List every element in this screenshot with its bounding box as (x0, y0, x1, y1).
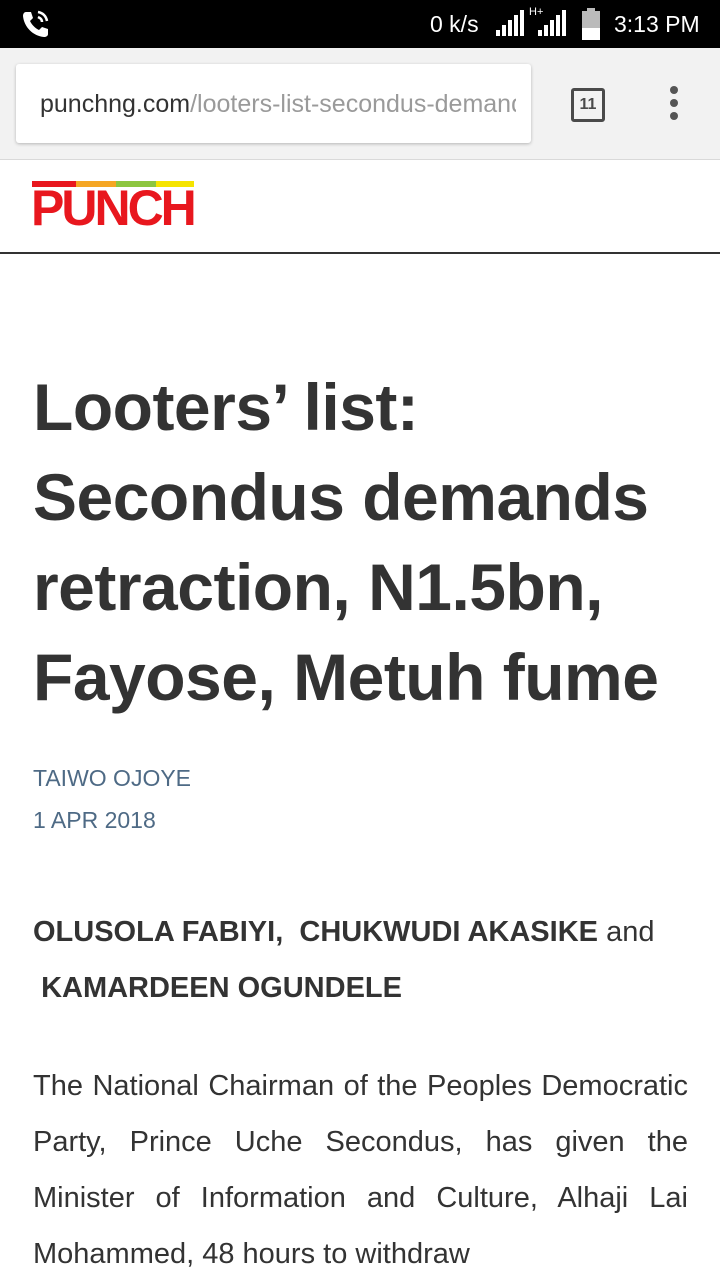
battery-icon (582, 8, 600, 40)
signal-icon-2 (538, 10, 566, 36)
article: Looters’ list: Secondus demands retracti… (33, 362, 688, 1270)
article-date: 1 APR 2018 (33, 807, 156, 833)
signal-icon (496, 10, 524, 36)
clock: 3:13 PM (614, 11, 700, 37)
site-header: PUNCH (0, 161, 720, 254)
url-text[interactable]: punchng.com/looters-list-secondus-demand… (40, 89, 516, 119)
author-name: OLUSOLA FABIYI, (33, 916, 284, 948)
author-name: CHUKWUDI AKASIKE (299, 916, 598, 948)
url-host: punchng.com (40, 90, 191, 118)
network-speed: 0 k/s (430, 11, 479, 37)
article-byline[interactable]: TAIWO OJOYE (33, 764, 191, 792)
url-path: /looters-list-secondus-demands-retractio… (190, 90, 516, 118)
tab-switcher-button[interactable]: 11 (571, 88, 605, 122)
more-vertical-icon[interactable] (660, 86, 688, 124)
article-body: The National Chairman of the Peoples Dem… (33, 1070, 688, 1270)
browser-toolbar: punchng.com/looters-list-secondus-demand… (0, 48, 720, 160)
call-icon (23, 10, 49, 37)
address-bar[interactable]: punchng.com/looters-list-secondus-demand… (16, 64, 531, 143)
author-connector: and (606, 916, 655, 948)
status-bar: 0 k/s H+ 3:13 PM (0, 0, 720, 48)
punch-logo[interactable]: PUNCH (31, 180, 197, 236)
article-authors: OLUSOLA FABIYI, CHUKWUDI AKASIKE and KAM… (33, 904, 688, 1016)
logo-text: PUNCH (31, 180, 197, 236)
author-name: KAMARDEEN OGUNDELE (41, 972, 402, 1004)
article-headline: Looters’ list: Secondus demands retracti… (33, 370, 659, 714)
